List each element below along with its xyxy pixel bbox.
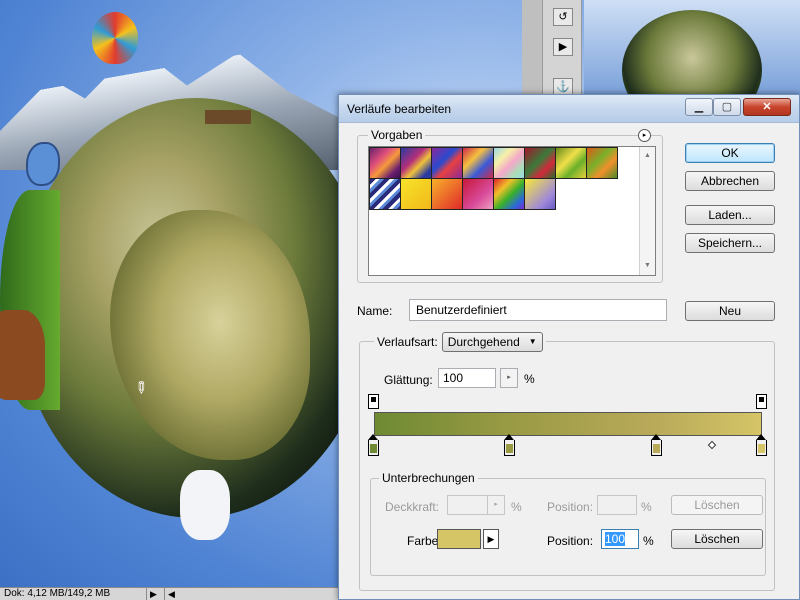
swatch-grid: [369, 147, 629, 210]
presets-group: Vorgaben ▸ ▲ ▼: [357, 128, 663, 283]
opacity-delete-button[interactable]: Löschen: [671, 495, 763, 515]
gradient-preset-orange-red[interactable]: [431, 178, 463, 210]
presets-legend: Vorgaben: [368, 128, 426, 142]
color-stop-fill: [653, 444, 661, 453]
color-menu-arrow-icon[interactable]: ▶: [483, 529, 499, 549]
snow-tree-image: [180, 470, 230, 540]
opacity-unit: %: [511, 500, 522, 514]
gradient-preset-blue-white-stripes[interactable]: [369, 178, 401, 210]
gradient-preset-red-green[interactable]: [524, 147, 556, 179]
gradient-preset-orange-green[interactable]: [586, 147, 618, 179]
opacity-position-input[interactable]: [597, 495, 637, 515]
gradient-preset-red-violet-pink[interactable]: [462, 178, 494, 210]
stop-color-swatch[interactable]: [437, 529, 481, 549]
close-button[interactable]: ✕: [743, 98, 791, 116]
name-label: Name:: [357, 304, 393, 318]
scroll-left-icon[interactable]: ◀: [164, 588, 178, 600]
opacity-position-unit: %: [641, 500, 652, 514]
gradient-preset-spectrum[interactable]: [493, 178, 525, 210]
gradient-preset-yellow-green[interactable]: [555, 147, 587, 179]
save-button[interactable]: Speichern...: [685, 233, 775, 253]
butterfly-image: [26, 142, 60, 186]
gradient-type-row: Verlaufsart: Durchgehend ▼: [374, 332, 546, 352]
gradient-settings-group: Verlaufsart: Durchgehend ▼ Glättung: 100…: [359, 332, 775, 591]
second-document-canvas[interactable]: [584, 0, 800, 130]
smoothness-slider-toggle-icon[interactable]: ▸: [500, 368, 518, 388]
gradient-preset-yellow-violet[interactable]: [524, 178, 556, 210]
color-stop-marker[interactable]: [756, 434, 767, 456]
status-menu-arrow-icon[interactable]: ▶: [146, 588, 160, 600]
color-stop-fill: [758, 444, 765, 453]
stops-group: Unterbrechungen Deckkraft: ▸ % Position:…: [370, 471, 766, 576]
gradient-preset-red-violet[interactable]: [462, 147, 494, 179]
cancel-button[interactable]: Abbrechen: [685, 171, 775, 191]
gradient-type-select[interactable]: Durchgehend ▼: [441, 332, 543, 352]
cow-image: [0, 310, 45, 400]
gradient-preset-pastel-rainbow[interactable]: [493, 147, 525, 179]
opacity-position-label: Position:: [547, 500, 594, 514]
presets-scrollbar[interactable]: ▲ ▼: [639, 147, 655, 275]
gradient-preset-blue-red-yellow[interactable]: [400, 147, 432, 179]
color-stop-fill: [370, 444, 377, 453]
opacity-label: Deckkraft:: [385, 500, 440, 514]
maximize-button[interactable]: ▢: [713, 98, 741, 116]
hot-air-balloon-image: [92, 12, 138, 64]
workspace-gap: [522, 0, 542, 108]
color-stop-fill: [505, 444, 513, 453]
history-icon[interactable]: ↺: [553, 8, 573, 26]
ok-button[interactable]: OK: [685, 143, 775, 163]
bench-image: [205, 110, 251, 124]
status-bar: Dok: 4,12 MB/149,2 MB ▶ ◀: [0, 587, 340, 600]
tool-panel: ↺ ▶ ⚓: [542, 0, 582, 108]
gradient-preset-blue-red-diag[interactable]: [431, 147, 463, 179]
stops-legend: Unterbrechungen: [379, 471, 478, 485]
color-position-label: Position:: [547, 534, 594, 548]
gradient-midpoint-marker[interactable]: [707, 440, 716, 450]
color-stop-marker[interactable]: [368, 434, 379, 456]
name-input[interactable]: Benutzerdefiniert: [409, 299, 667, 321]
opacity-stepper-icon[interactable]: ▸: [487, 495, 505, 515]
scroll-up-icon[interactable]: ▲: [640, 149, 655, 163]
gradient-preset-yellow-solid[interactable]: [400, 178, 432, 210]
gradient-editor-dialog: Verläufe bearbeiten ▁ ▢ ✕ Vorgaben ▸ ▲ ▼…: [338, 94, 800, 600]
chevron-down-icon: ▼: [528, 337, 537, 346]
color-position-input[interactable]: 100: [601, 529, 639, 549]
color-position-unit: %: [643, 534, 654, 548]
color-stop-marker[interactable]: [503, 434, 515, 456]
document-size-text: Dok: 4,12 MB/149,2 MB: [4, 588, 111, 599]
color-position-value: 100: [605, 532, 626, 546]
smoothness-input[interactable]: 100: [438, 368, 496, 388]
opacity-stop-marker[interactable]: [756, 394, 767, 409]
smoothness-label: Glättung:: [384, 373, 433, 387]
scroll-down-icon[interactable]: ▼: [640, 259, 655, 273]
opacity-stop-marker[interactable]: [368, 394, 379, 409]
gradient-type-label: Verlaufsart:: [377, 335, 438, 349]
dialog-titlebar[interactable]: Verläufe bearbeiten ▁ ▢ ✕: [339, 95, 799, 123]
presets-menu-icon[interactable]: ▸: [638, 129, 651, 142]
presets-list: ▲ ▼: [368, 146, 656, 276]
gradient-preview-bar[interactable]: [374, 412, 762, 436]
actions-play-icon[interactable]: ▶: [553, 38, 573, 56]
minimize-button[interactable]: ▁: [685, 98, 713, 116]
load-button[interactable]: Laden...: [685, 205, 775, 225]
color-delete-button[interactable]: Löschen: [671, 529, 763, 549]
dialog-title: Verläufe bearbeiten: [347, 102, 452, 116]
new-button[interactable]: Neu: [685, 301, 775, 321]
gradient-preset-violet-orange[interactable]: [369, 147, 401, 179]
smoothness-unit: %: [524, 372, 535, 386]
color-stop-marker[interactable]: [651, 434, 663, 456]
gradient-type-value: Durchgehend: [447, 335, 520, 349]
